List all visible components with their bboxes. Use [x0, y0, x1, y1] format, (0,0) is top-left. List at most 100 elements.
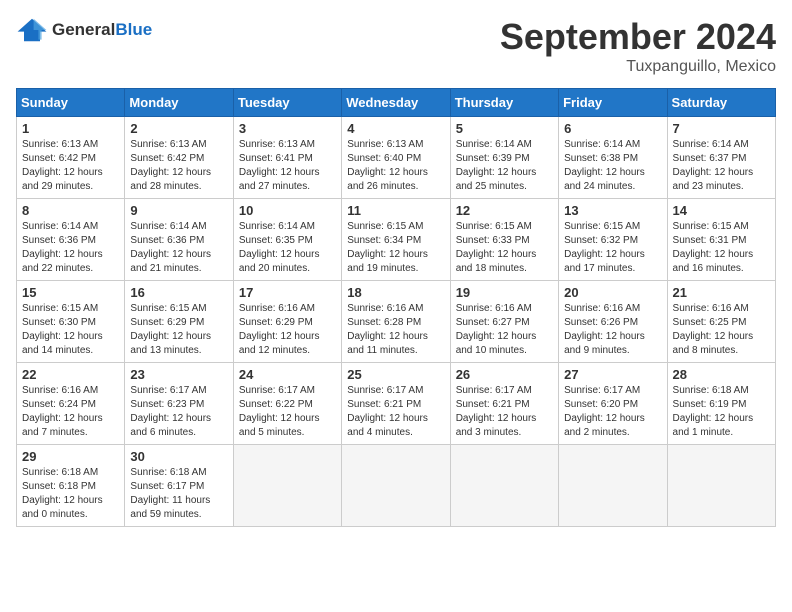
calendar-cell: 25Sunrise: 6:17 AM Sunset: 6:21 PM Dayli… [342, 363, 450, 445]
calendar-cell: 12 Sunrise: 6:15 AM Sunset: 6:33 PM Dayli… [450, 199, 558, 281]
day-info: Sunrise: 6:13 AM Sunset: 6:40 PM Dayligh… [347, 138, 444, 194]
day-info: Sunrise: 6:14 AM Sunset: 6:37 PM Dayligh… [673, 138, 770, 194]
day-info: Sunrise: 6:13 AM Sunset: 6:41 PM Dayligh… [239, 138, 336, 194]
day-number: 8 [22, 203, 119, 218]
logo-blue: Blue [115, 20, 152, 39]
calendar-cell: 18 Sunrise: 6:16 AM Sunset: 6:28 PM Dayli… [342, 281, 450, 363]
day-info: Sunrise: 6:15 AM Sunset: 6:34 PM Dayligh… [347, 220, 444, 276]
calendar-cell: 27Sunrise: 6:17 AM Sunset: 6:20 PM Dayli… [559, 363, 667, 445]
day-number: 20 [564, 285, 661, 300]
day-number: 3 [239, 121, 336, 136]
calendar-cell: 13Sunrise: 6:15 AM Sunset: 6:32 PM Dayli… [559, 199, 667, 281]
logo-text: GeneralBlue [52, 20, 152, 40]
month-title: September 2024 [500, 16, 776, 58]
col-monday: Monday [125, 89, 233, 117]
day-number: 15 [22, 285, 119, 300]
calendar-cell: 16 Sunrise: 6:15 AM Sunset: 6:29 PM Dayli… [125, 281, 233, 363]
calendar-cell: 28 Sunrise: 6:18 AM Sunset: 6:19 PM Dayli… [667, 363, 775, 445]
day-number: 16 [130, 285, 227, 300]
calendar-cell: 4Sunrise: 6:13 AM Sunset: 6:40 PM Daylig… [342, 117, 450, 199]
day-number: 11 [347, 203, 444, 218]
calendar-week-row: 1 Sunrise: 6:13 AM Sunset: 6:42 PM Daylig… [17, 117, 776, 199]
day-info: Sunrise: 6:16 AM Sunset: 6:29 PM Dayligh… [239, 302, 336, 358]
day-info: Sunrise: 6:17 AM Sunset: 6:21 PM Dayligh… [456, 384, 553, 440]
day-info: Sunrise: 6:14 AM Sunset: 6:35 PM Dayligh… [239, 220, 336, 276]
calendar-week-row: 22 Sunrise: 6:16 AM Sunset: 6:24 PM Dayli… [17, 363, 776, 445]
day-number: 10 [239, 203, 336, 218]
day-info: Sunrise: 6:13 AM Sunset: 6:42 PM Dayligh… [22, 138, 119, 194]
calendar-cell: 17 Sunrise: 6:16 AM Sunset: 6:29 PM Dayli… [233, 281, 341, 363]
day-info: Sunrise: 6:16 AM Sunset: 6:27 PM Dayligh… [456, 302, 553, 358]
calendar-cell: 20 Sunrise: 6:16 AM Sunset: 6:26 PM Dayli… [559, 281, 667, 363]
calendar-cell: 14 Sunrise: 6:15 AM Sunset: 6:31 PM Dayli… [667, 199, 775, 281]
day-info: Sunrise: 6:17 AM Sunset: 6:22 PM Dayligh… [239, 384, 336, 440]
calendar-cell: 6Sunrise: 6:14 AM Sunset: 6:38 PM Daylig… [559, 117, 667, 199]
day-number: 5 [456, 121, 553, 136]
day-number: 14 [673, 203, 770, 218]
day-info: Sunrise: 6:16 AM Sunset: 6:26 PM Dayligh… [564, 302, 661, 358]
day-number: 28 [673, 367, 770, 382]
calendar-cell: 3 Sunrise: 6:13 AM Sunset: 6:41 PM Daylig… [233, 117, 341, 199]
day-info: Sunrise: 6:13 AM Sunset: 6:42 PM Dayligh… [130, 138, 227, 194]
day-number: 22 [22, 367, 119, 382]
day-info: Sunrise: 6:15 AM Sunset: 6:31 PM Dayligh… [673, 220, 770, 276]
calendar-cell: 7 Sunrise: 6:14 AM Sunset: 6:37 PM Daylig… [667, 117, 775, 199]
calendar-cell: 21 Sunrise: 6:16 AM Sunset: 6:25 PM Dayli… [667, 281, 775, 363]
day-number: 12 [456, 203, 553, 218]
location: Tuxpanguillo, Mexico [500, 58, 776, 76]
calendar-cell: 22 Sunrise: 6:16 AM Sunset: 6:24 PM Dayli… [17, 363, 125, 445]
day-info: Sunrise: 6:17 AM Sunset: 6:20 PM Dayligh… [564, 384, 661, 440]
day-info: Sunrise: 6:17 AM Sunset: 6:23 PM Dayligh… [130, 384, 227, 440]
calendar-cell: 19 Sunrise: 6:16 AM Sunset: 6:27 PM Dayli… [450, 281, 558, 363]
day-number: 23 [130, 367, 227, 382]
calendar-week-row: 15Sunrise: 6:15 AM Sunset: 6:30 PM Dayli… [17, 281, 776, 363]
day-info: Sunrise: 6:14 AM Sunset: 6:38 PM Dayligh… [564, 138, 661, 194]
col-thursday: Thursday [450, 89, 558, 117]
col-tuesday: Tuesday [233, 89, 341, 117]
day-info: Sunrise: 6:15 AM Sunset: 6:33 PM Dayligh… [456, 220, 553, 276]
calendar-cell: 15Sunrise: 6:15 AM Sunset: 6:30 PM Dayli… [17, 281, 125, 363]
calendar-cell: 26 Sunrise: 6:17 AM Sunset: 6:21 PM Dayli… [450, 363, 558, 445]
calendar-cell: 11 Sunrise: 6:15 AM Sunset: 6:34 PM Dayli… [342, 199, 450, 281]
day-info: Sunrise: 6:15 AM Sunset: 6:29 PM Dayligh… [130, 302, 227, 358]
day-number: 17 [239, 285, 336, 300]
day-info: Sunrise: 6:14 AM Sunset: 6:39 PM Dayligh… [456, 138, 553, 194]
day-info: Sunrise: 6:16 AM Sunset: 6:28 PM Dayligh… [347, 302, 444, 358]
calendar-cell: 24Sunrise: 6:17 AM Sunset: 6:22 PM Dayli… [233, 363, 341, 445]
day-info: Sunrise: 6:16 AM Sunset: 6:25 PM Dayligh… [673, 302, 770, 358]
col-friday: Friday [559, 89, 667, 117]
day-info: Sunrise: 6:18 AM Sunset: 6:19 PM Dayligh… [673, 384, 770, 440]
day-number: 9 [130, 203, 227, 218]
day-info: Sunrise: 6:14 AM Sunset: 6:36 PM Dayligh… [22, 220, 119, 276]
day-number: 25 [347, 367, 444, 382]
day-number: 30 [130, 449, 227, 464]
calendar-cell [559, 445, 667, 527]
col-sunday: Sunday [17, 89, 125, 117]
calendar-cell [450, 445, 558, 527]
day-number: 1 [22, 121, 119, 136]
day-number: 21 [673, 285, 770, 300]
logo-general: General [52, 20, 115, 39]
col-saturday: Saturday [667, 89, 775, 117]
day-info: Sunrise: 6:15 AM Sunset: 6:32 PM Dayligh… [564, 220, 661, 276]
calendar-week-row: 8 Sunrise: 6:14 AM Sunset: 6:36 PM Daylig… [17, 199, 776, 281]
day-info: Sunrise: 6:18 AM Sunset: 6:18 PM Dayligh… [22, 466, 119, 522]
day-number: 29 [22, 449, 119, 464]
calendar-cell: 2 Sunrise: 6:13 AM Sunset: 6:42 PM Daylig… [125, 117, 233, 199]
day-info: Sunrise: 6:16 AM Sunset: 6:24 PM Dayligh… [22, 384, 119, 440]
calendar-cell [233, 445, 341, 527]
calendar-cell: 10 Sunrise: 6:14 AM Sunset: 6:35 PM Dayli… [233, 199, 341, 281]
day-number: 26 [456, 367, 553, 382]
day-number: 19 [456, 285, 553, 300]
calendar-cell: 30 Sunrise: 6:18 AM Sunset: 6:17 PM Dayli… [125, 445, 233, 527]
day-number: 7 [673, 121, 770, 136]
day-number: 18 [347, 285, 444, 300]
calendar-week-row: 29 Sunrise: 6:18 AM Sunset: 6:18 PM Dayli… [17, 445, 776, 527]
title-block: September 2024 Tuxpanguillo, Mexico [500, 16, 776, 76]
calendar-cell: 8 Sunrise: 6:14 AM Sunset: 6:36 PM Daylig… [17, 199, 125, 281]
day-info: Sunrise: 6:18 AM Sunset: 6:17 PM Dayligh… [130, 466, 227, 522]
calendar-cell: 29 Sunrise: 6:18 AM Sunset: 6:18 PM Dayli… [17, 445, 125, 527]
calendar-table: Sunday Monday Tuesday Wednesday Thursday… [16, 88, 776, 527]
day-number: 2 [130, 121, 227, 136]
logo-icon [16, 16, 48, 44]
